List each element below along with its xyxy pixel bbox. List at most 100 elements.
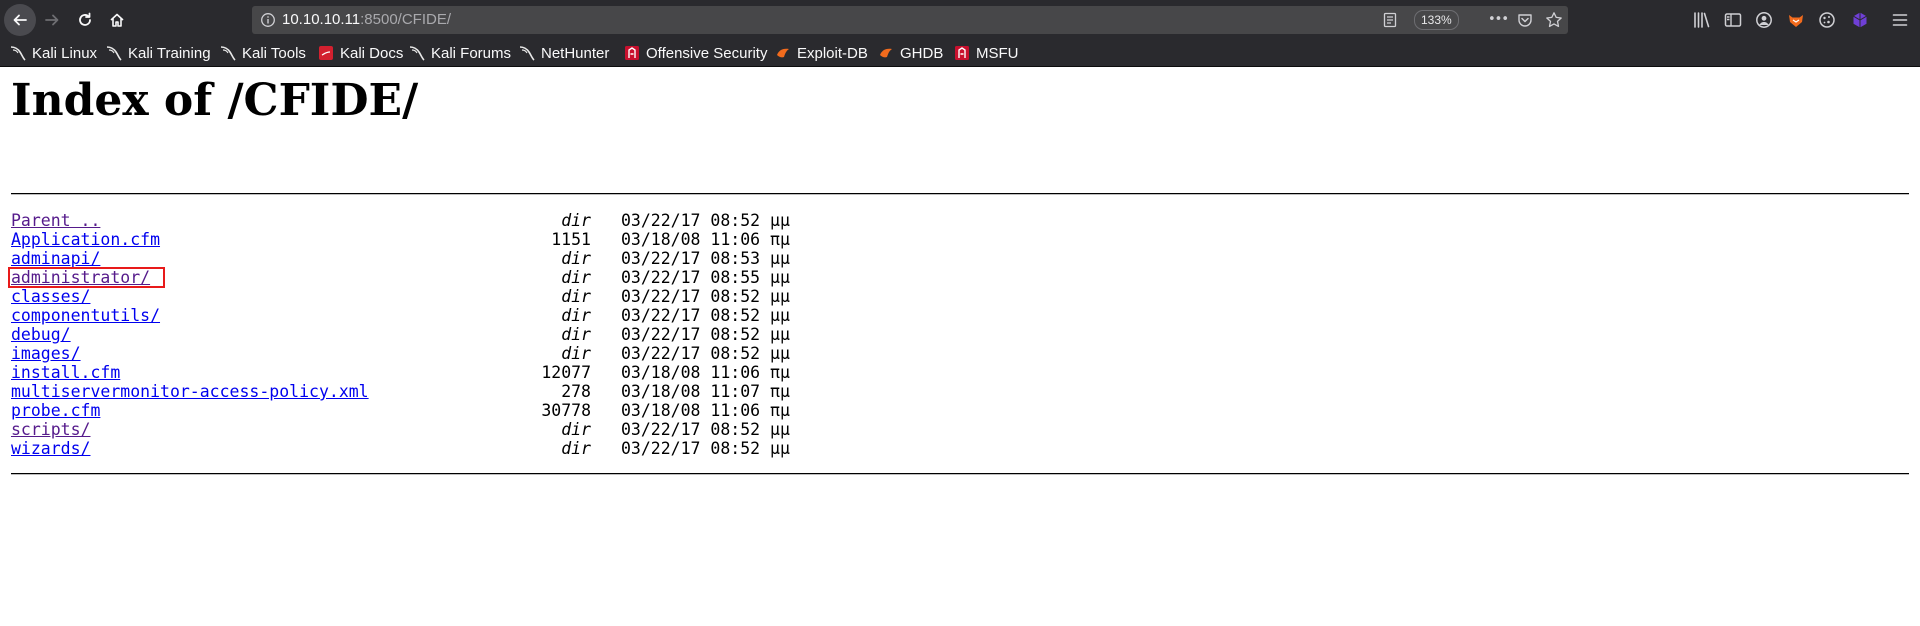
listing-row: classes/ dir 03/22/17 08:52 μμ [11,287,911,306]
entry-date: 03/18/08 11:06 πμ [621,230,790,249]
bookmark-label: Kali Forums [431,44,512,62]
entry-size: dir [561,211,591,230]
offsec-icon [624,45,640,61]
listing-row: administrator/ dir 03/22/17 08:55 μμ [8,267,911,288]
exploitdb-icon [775,45,791,61]
bookmark-star-icon[interactable] [1545,11,1563,29]
bookmark-msfu[interactable]: MSFU [954,43,1019,63]
listing-row: Application.cfm 1151 03/18/08 11:06 πμ [11,230,911,249]
entry-date: 03/22/17 08:52 μμ [621,439,790,458]
hamburger-menu-icon[interactable] [1891,11,1909,29]
bookmark-label: Kali Tools [242,44,306,62]
reload-button[interactable] [69,4,101,36]
kali-dragon-icon [10,45,26,61]
bookmark-label: Offensive Security [646,44,768,62]
kali-dragon-icon [409,45,425,61]
bookmark-label: GHDB [900,44,944,62]
entry-date: 03/22/17 08:52 μμ [621,325,790,344]
listing-row: images/ dir 03/22/17 08:52 μμ [11,344,911,363]
bookmark-label: Exploit-DB [797,44,868,62]
extension-fox-icon[interactable] [1787,11,1805,29]
entry-size: dir [561,268,591,287]
file-link-probe-cfm[interactable]: probe.cfm [11,401,100,420]
sidebar-icon[interactable] [1724,11,1742,29]
account-icon[interactable] [1755,11,1773,29]
entry-size: dir [561,344,591,363]
dir-link-adminapi[interactable]: adminapi/ [11,249,100,268]
zoom-level-badge[interactable]: 133% [1414,10,1459,30]
entry-date: 03/22/17 08:53 μμ [621,249,790,268]
entry-size: dir [561,287,591,306]
entry-date: 03/22/17 08:55 μμ [621,268,790,287]
kali-dragon-icon [519,45,535,61]
arrow-left-icon [13,14,27,26]
bookmark-kali-docs[interactable]: Kali Docs [318,43,403,63]
listing-row: componentutils/ dir 03/22/17 08:52 μμ [11,306,911,325]
entry-date: 03/22/17 08:52 μμ [621,211,790,230]
entry-size: 278 [561,382,591,401]
url-path: :8500/CFIDE/ [360,11,452,28]
forward-button[interactable] [36,4,68,36]
kali-dragon-icon [106,45,122,61]
bookmarks-toolbar: Kali Linux Kali Training Kali Tools Kali… [0,40,1920,67]
file-link-multiservermonitor-policy[interactable]: multiservermonitor-access-policy.xml [11,382,369,401]
entry-date: 03/18/08 11:06 πμ [621,363,790,382]
entry-size: dir [561,306,591,325]
bookmark-kali-tools[interactable]: Kali Tools [220,43,306,63]
entry-date: 03/22/17 08:52 μμ [621,306,790,325]
entry-size: dir [561,420,591,439]
exploitdb-icon [878,45,894,61]
page-content: Index of /CFIDE/ Parent .. dir 03/22/17 … [0,67,1920,626]
file-link-install-cfm[interactable]: install.cfm [11,363,120,382]
bookmark-nethunter[interactable]: NetHunter [519,43,609,63]
listing-row: probe.cfm 30778 03/18/08 11:06 πμ [11,401,911,420]
dir-link-debug[interactable]: debug/ [11,325,71,344]
kali-dragon-icon [220,45,236,61]
page-actions-button[interactable]: ••• [1488,12,1509,28]
dir-link-wizards[interactable]: wizards/ [11,439,90,458]
file-link-application-cfm[interactable]: Application.cfm [11,230,160,249]
address-bar[interactable]: 10.10.10.11:8500/CFIDE/ 133% ••• [252,6,1568,34]
entry-date: 03/22/17 08:52 μμ [621,287,790,306]
reader-view-icon[interactable] [1382,12,1398,28]
directory-listing: Parent .. dir 03/22/17 08:52 μμ Applicat… [8,211,911,458]
extension-cube-icon[interactable] [1851,11,1869,29]
listing-row: multiservermonitor-access-policy.xml 278… [11,382,911,401]
dir-link-componentutils[interactable]: componentutils/ [11,306,160,325]
bookmark-ghdb[interactable]: GHDB [878,43,943,63]
info-icon[interactable] [260,12,276,28]
dir-link-classes[interactable]: classes/ [11,287,90,306]
home-button[interactable] [101,4,133,36]
divider [11,473,1909,475]
entry-date: 03/22/17 08:52 μμ [621,344,790,363]
divider [11,193,1909,195]
cookie-icon[interactable] [1818,11,1836,29]
pocket-icon[interactable] [1517,12,1533,28]
listing-row: debug/ dir 03/22/17 08:52 μμ [11,325,911,344]
bookmark-offensive-security[interactable]: Offensive Security [624,43,767,63]
parent-directory-link[interactable]: Parent .. [11,211,100,230]
arrow-right-icon [45,14,59,26]
bookmark-label: MSFU [976,44,1019,62]
bookmark-kali-linux[interactable]: Kali Linux [10,43,97,63]
dir-link-administrator[interactable]: administrator/ [11,268,150,287]
kali-docs-icon [318,45,334,61]
entry-size: 30778 [541,401,591,420]
url-text[interactable]: 10.10.10.11:8500/CFIDE/ [282,11,451,28]
back-button[interactable] [4,4,36,36]
library-icon[interactable] [1693,11,1711,29]
bookmark-kali-training[interactable]: Kali Training [106,43,211,63]
bookmark-exploit-db[interactable]: Exploit-DB [775,43,868,63]
listing-row: install.cfm 12077 03/18/08 11:06 πμ [11,363,911,382]
home-icon [110,13,124,27]
bookmark-kali-forums[interactable]: Kali Forums [409,43,511,63]
reload-icon [79,12,91,26]
listing-row: adminapi/ dir 03/22/17 08:53 μμ [11,249,911,268]
bookmark-label: NetHunter [541,44,610,62]
entry-date: 03/18/08 11:07 πμ [621,382,790,401]
bookmark-label: Kali Linux [32,44,98,62]
dir-link-images[interactable]: images/ [11,344,81,363]
entry-size: dir [561,439,591,458]
entry-size: 12077 [541,363,591,382]
dir-link-scripts[interactable]: scripts/ [11,420,90,439]
